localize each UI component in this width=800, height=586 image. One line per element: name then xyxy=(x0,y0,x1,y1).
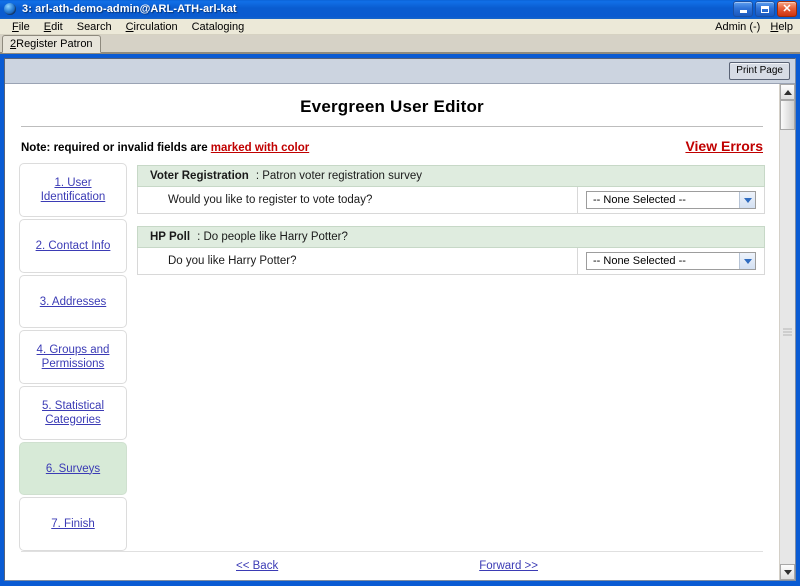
application-window: 3: arl-ath-demo-admin@ARL-ATH-arl-kat ✕ … xyxy=(0,0,800,586)
sidebar-item-user-identification[interactable]: 1. User Identification xyxy=(19,163,127,217)
menu-item-edit[interactable]: Edit xyxy=(37,20,70,34)
menu-label: dit xyxy=(51,21,63,33)
scroll-up-icon[interactable] xyxy=(780,84,795,100)
survey-answer-value: -- None Selected -- xyxy=(587,255,739,267)
wizard-footer-nav: << Back Forward >> xyxy=(19,552,765,580)
sidebar-item-label: 3. Addresses xyxy=(36,295,110,309)
survey-question-text: Do you like Harry Potter? xyxy=(138,248,577,274)
page-title: Evergreen User Editor xyxy=(19,94,765,126)
print-toolbar: Print Page xyxy=(5,59,795,83)
survey-title: HP Poll xyxy=(150,231,190,243)
scrollbar-thumb[interactable] xyxy=(780,100,795,130)
view-errors-link[interactable]: View Errors xyxy=(685,138,763,154)
surveys-panel: Voter Registration : Patron voter regist… xyxy=(137,163,765,551)
menu-accesskey: S xyxy=(77,21,84,33)
menu-item-circulation[interactable]: Circulation xyxy=(119,20,185,34)
menu-label: ile xyxy=(19,21,30,33)
sidebar-item-surveys[interactable]: 6. Surveys xyxy=(19,442,127,496)
back-link[interactable]: << Back xyxy=(236,560,278,572)
survey-question-row: Would you like to register to vote today… xyxy=(137,187,765,214)
survey-answer-value: -- None Selected -- xyxy=(587,194,739,206)
scrollbar-track[interactable] xyxy=(780,100,795,564)
menu-accesskey: E xyxy=(44,21,51,33)
close-button[interactable]: ✕ xyxy=(777,1,797,17)
survey-question-text: Would you like to register to vote today… xyxy=(138,187,577,213)
sidebar-item-groups-and-permissions[interactable]: 4. Groups and Permissions xyxy=(19,330,127,384)
survey-answer-cell: -- None Selected -- xyxy=(577,248,764,274)
menu-label: irculation xyxy=(134,21,178,33)
forward-link[interactable]: Forward >> xyxy=(479,560,538,572)
browser-panel: Print Page Evergreen User Editor Note: r… xyxy=(4,58,796,581)
sidebar-item-label: 4. Groups and Permissions xyxy=(20,343,126,371)
page-frame: Evergreen User Editor Note: required or … xyxy=(5,83,795,580)
note-prefix: Note: required or invalid fields are xyxy=(21,142,211,154)
survey-header: HP Poll : Do people like Harry Potter? xyxy=(137,226,765,248)
sidebar-item-statistical-categories[interactable]: 5. Statistical Categories xyxy=(19,386,127,440)
restore-button[interactable] xyxy=(755,1,775,17)
survey-voter-registration: Voter Registration : Patron voter regist… xyxy=(137,165,765,214)
menu-item-cataloging[interactable]: Cataloging xyxy=(185,20,252,34)
editor-body: 1. User Identification 2. Contact Info 3… xyxy=(19,163,765,551)
tab-label: Register Patron xyxy=(16,38,92,50)
menu-accesskey: F xyxy=(12,21,19,33)
menu-label: earch xyxy=(84,21,112,33)
minimize-button[interactable] xyxy=(733,1,753,17)
menu-accesskey: C xyxy=(126,21,134,33)
wizard-step-sidebar: 1. User Identification 2. Contact Info 3… xyxy=(19,163,137,551)
sidebar-item-addresses[interactable]: 3. Addresses xyxy=(19,275,127,329)
sidebar-item-label: 2. Contact Info xyxy=(32,239,115,253)
globe-icon xyxy=(3,2,17,16)
sidebar-item-label: 7. Finish xyxy=(47,517,98,531)
survey-answer-cell: -- None Selected -- xyxy=(577,187,764,213)
survey-title: Voter Registration xyxy=(150,170,249,182)
document-inner: Evergreen User Editor Note: required or … xyxy=(5,84,779,580)
sidebar-item-label: 6. Surveys xyxy=(42,462,104,476)
menu-bar-right: Admin (-) Help xyxy=(715,21,800,33)
admin-menu[interactable]: Admin (-) xyxy=(715,21,760,33)
sidebar-item-label: 5. Statistical Categories xyxy=(20,399,126,427)
note-row: Note: required or invalid fields are mar… xyxy=(19,127,765,163)
vertical-scrollbar[interactable] xyxy=(779,84,795,580)
scrollbar-grip xyxy=(783,329,792,336)
survey-description: : Do people like Harry Potter? xyxy=(197,231,348,243)
scroll-down-icon[interactable] xyxy=(780,564,795,580)
sidebar-item-contact-info[interactable]: 2. Contact Info xyxy=(19,219,127,273)
required-fields-note: Note: required or invalid fields are mar… xyxy=(21,142,309,154)
survey-answer-select[interactable]: -- None Selected -- xyxy=(586,191,756,209)
menu-accesskey: C xyxy=(192,21,200,33)
survey-header: Voter Registration : Patron voter regist… xyxy=(137,165,765,187)
tab-register-patron[interactable]: 2 Register Patron xyxy=(2,35,101,53)
help-menu[interactable]: Help xyxy=(770,21,793,33)
chevron-down-icon[interactable] xyxy=(739,192,755,208)
menu-bar: File Edit Search Circulation Cataloging … xyxy=(0,19,800,36)
survey-description: : Patron voter registration survey xyxy=(256,170,422,182)
tab-strip: 2 Register Patron xyxy=(0,35,800,54)
chevron-down-icon[interactable] xyxy=(739,253,755,269)
window-controls: ✕ xyxy=(733,1,799,17)
survey-question-row: Do you like Harry Potter? -- None Select… xyxy=(137,248,765,275)
print-page-button[interactable]: Print Page xyxy=(729,62,790,80)
menu-label: ataloging xyxy=(200,21,245,33)
menu-item-file[interactable]: File xyxy=(5,20,37,34)
survey-hp-poll: HP Poll : Do people like Harry Potter? D… xyxy=(137,226,765,275)
page-document: Evergreen User Editor Note: required or … xyxy=(5,84,779,580)
sidebar-item-finish[interactable]: 7. Finish xyxy=(19,497,127,551)
sidebar-item-label: 1. User Identification xyxy=(20,176,126,204)
survey-answer-select[interactable]: -- None Selected -- xyxy=(586,252,756,270)
note-marked-with-color: marked with color xyxy=(211,142,309,154)
window-title: 3: arl-ath-demo-admin@ARL-ATH-arl-kat xyxy=(22,3,733,15)
title-bar: 3: arl-ath-demo-admin@ARL-ATH-arl-kat ✕ xyxy=(0,0,800,19)
menu-item-search[interactable]: Search xyxy=(70,20,119,34)
